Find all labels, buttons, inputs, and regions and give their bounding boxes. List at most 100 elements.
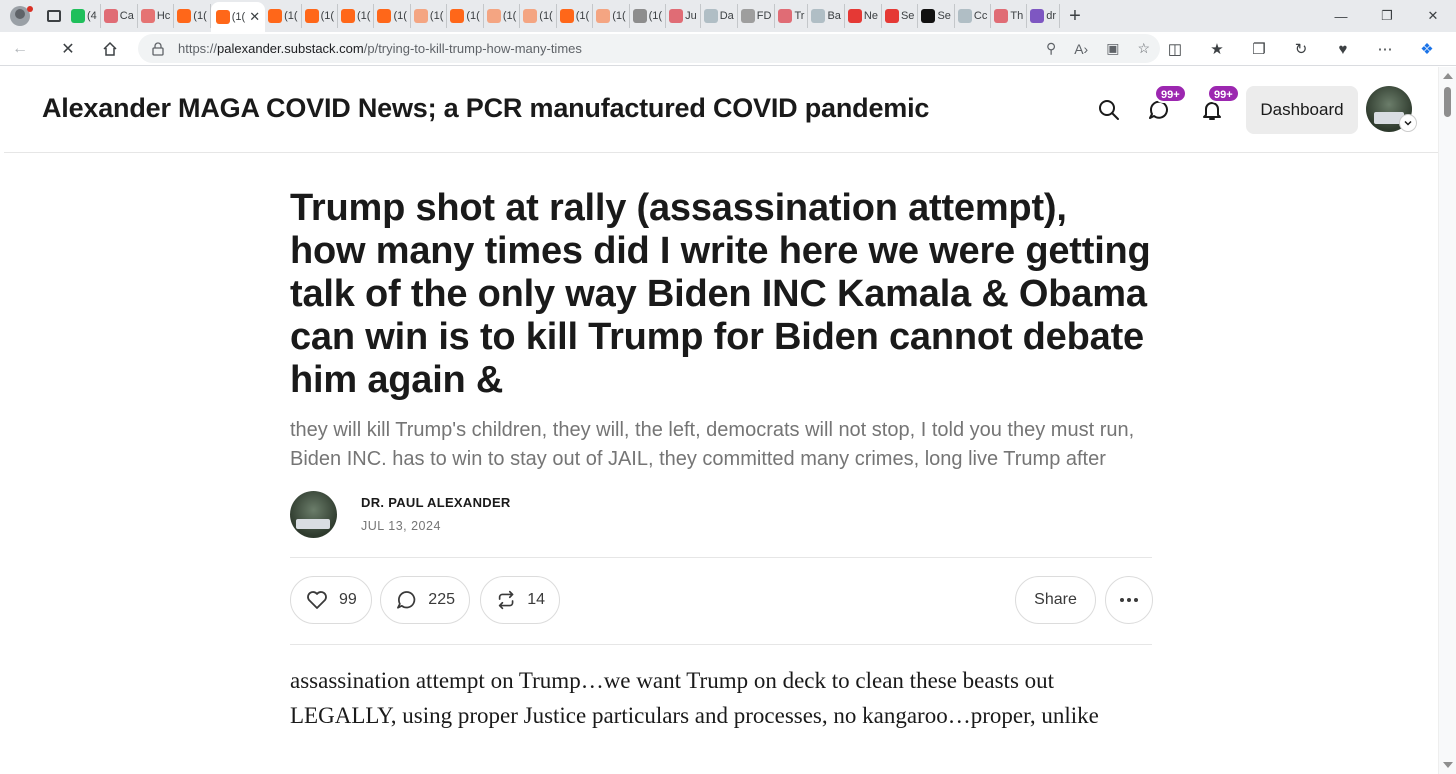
site-title[interactable]: Alexander MAGA COVID News; a PCR manufac… xyxy=(42,93,929,124)
browser-tab[interactable]: (1( xyxy=(484,4,521,28)
history-icon[interactable]: ↻ xyxy=(1280,40,1322,58)
ellipsis-icon xyxy=(1120,598,1138,602)
browser-tab[interactable]: Da xyxy=(701,4,738,28)
post-title: Trump shot at rally (assassination attem… xyxy=(290,187,1151,401)
tab-list: (4 Ca Hc (1((1(✕ (1((1((1((1((1((1((1((1((1(… xyxy=(68,0,1060,32)
tab-title: (1( xyxy=(429,10,444,22)
browser-tab[interactable]: Cc xyxy=(955,4,992,28)
restack-count: 14 xyxy=(527,591,545,608)
close-tab-icon[interactable]: ✕ xyxy=(249,9,260,25)
scrollbar-thumb[interactable] xyxy=(1444,87,1451,117)
tab-favicon-icon xyxy=(413,9,428,23)
tab-title: Ba xyxy=(827,10,841,22)
tab-title: (1( xyxy=(284,10,298,22)
tab-actions-icon[interactable] xyxy=(40,0,68,32)
tab-title: Da xyxy=(719,10,734,22)
author-avatar[interactable] xyxy=(290,491,337,538)
tab-favicon-icon xyxy=(268,9,283,23)
browser-tab[interactable]: (1( xyxy=(411,4,448,28)
toolbar-right-icons: ◫ ★ ❐ ↻ ♥ ⋯ ❖ xyxy=(1154,32,1448,66)
zoom-icon[interactable]: ⚲ xyxy=(1046,40,1056,57)
tab-title: Se xyxy=(937,10,951,22)
browser-tab[interactable]: (1( xyxy=(447,4,484,28)
more-menu-icon[interactable]: ⋯ xyxy=(1364,40,1406,58)
new-tab-button[interactable]: + xyxy=(1060,0,1090,32)
browser-tab[interactable]: Hc xyxy=(138,4,175,28)
comment-button[interactable]: 225 xyxy=(380,576,470,624)
tab-favicon-icon xyxy=(778,9,793,23)
author-name[interactable]: DR. PAUL ALEXANDER xyxy=(361,495,511,510)
browser-tab[interactable]: Tr xyxy=(775,4,809,28)
tab-favicon-icon xyxy=(596,9,611,23)
chevron-down-icon[interactable] xyxy=(1399,114,1417,132)
browser-tab[interactable]: (1( xyxy=(338,4,375,28)
browser-tab[interactable]: dr xyxy=(1027,4,1060,28)
split-screen-icon[interactable]: ◫ xyxy=(1154,40,1196,58)
favorites-icon[interactable]: ★ xyxy=(1196,40,1238,58)
tab-favicon-icon xyxy=(884,9,899,23)
browser-tab[interactable]: (1( xyxy=(520,4,557,28)
tab-title: (1( xyxy=(612,10,626,22)
tab-favicon-icon xyxy=(486,9,501,23)
tab-favicon-icon xyxy=(450,9,465,23)
tab-title: Cc xyxy=(973,10,988,22)
dashboard-button[interactable]: Dashboard xyxy=(1246,86,1358,134)
browser-tab[interactable]: (1( xyxy=(302,4,339,28)
browser-tab[interactable]: Ca xyxy=(101,4,138,28)
tab-favicon-icon xyxy=(215,10,230,24)
browser-tab[interactable]: Ju xyxy=(666,4,701,28)
tab-title: (1( xyxy=(648,10,663,22)
restack-button[interactable]: 14 xyxy=(480,576,560,624)
tab-title: Hc xyxy=(156,10,171,22)
browser-essentials-icon[interactable]: ♥ xyxy=(1322,41,1364,58)
back-button[interactable]: ← xyxy=(0,32,40,66)
tab-favicon-icon xyxy=(304,9,319,23)
minimize-icon[interactable]: — xyxy=(1318,0,1364,32)
tab-title: (1( xyxy=(357,10,371,22)
home-button[interactable] xyxy=(90,32,130,66)
browser-tab[interactable]: (1( xyxy=(374,4,411,28)
browser-tab[interactable]: (4 xyxy=(68,4,101,28)
scroll-up-icon[interactable] xyxy=(1443,73,1453,79)
stop-loading-button[interactable]: ✕ xyxy=(48,32,88,66)
browser-tab[interactable]: (1(✕ xyxy=(210,2,266,32)
search-icon[interactable] xyxy=(1096,97,1122,123)
home-icon xyxy=(103,41,117,56)
article: Trump shot at rally (assassination attem… xyxy=(290,187,1153,733)
share-button[interactable]: Share xyxy=(1015,576,1096,624)
close-window-icon[interactable]: ✕ xyxy=(1410,0,1456,32)
tab-title: (1( xyxy=(466,10,480,22)
scroll-down-icon[interactable] xyxy=(1443,762,1453,768)
browser-tab[interactable]: (1( xyxy=(174,4,211,28)
like-button[interactable]: 99 xyxy=(290,576,372,624)
tab-title: Ju xyxy=(685,10,697,22)
browser-tab[interactable]: FD xyxy=(738,4,776,28)
page-scrollbar[interactable] xyxy=(1438,67,1456,774)
read-aloud-icon[interactable]: A› xyxy=(1074,41,1088,57)
browser-tab[interactable]: (1( xyxy=(557,4,594,28)
more-options-button[interactable] xyxy=(1105,576,1153,624)
favorite-star-icon[interactable]: ☆ xyxy=(1137,40,1150,57)
browser-tab[interactable]: (1( xyxy=(593,4,630,28)
lock-icon[interactable] xyxy=(138,41,178,56)
collections-icon[interactable]: ❐ xyxy=(1238,40,1280,58)
browser-tab[interactable]: Se xyxy=(918,4,955,28)
immersive-reader-icon[interactable]: ▣ xyxy=(1106,40,1119,57)
tab-favicon-icon xyxy=(523,9,538,23)
browser-tab[interactable]: Se xyxy=(882,4,919,28)
browser-tab[interactable]: (1( xyxy=(265,4,302,28)
post-actions: 99 225 14 Share xyxy=(290,558,1153,644)
browser-tab[interactable]: (1( xyxy=(630,4,667,28)
copilot-icon[interactable]: ❖ xyxy=(1406,40,1448,58)
browser-tab[interactable]: Th xyxy=(991,4,1028,28)
tab-title: Ca xyxy=(119,10,134,22)
tab-favicon-icon xyxy=(847,9,862,23)
tab-favicon-icon xyxy=(957,9,972,23)
browser-profile-button[interactable] xyxy=(0,0,40,32)
browser-tab[interactable]: Ba xyxy=(808,4,845,28)
address-bar[interactable]: https://palexander.substack.com/p/trying… xyxy=(138,34,1160,63)
tab-favicon-icon xyxy=(341,9,356,23)
restore-icon[interactable]: ❐ xyxy=(1364,0,1410,32)
share-label: Share xyxy=(1034,591,1077,608)
browser-tab[interactable]: Ne xyxy=(845,4,882,28)
